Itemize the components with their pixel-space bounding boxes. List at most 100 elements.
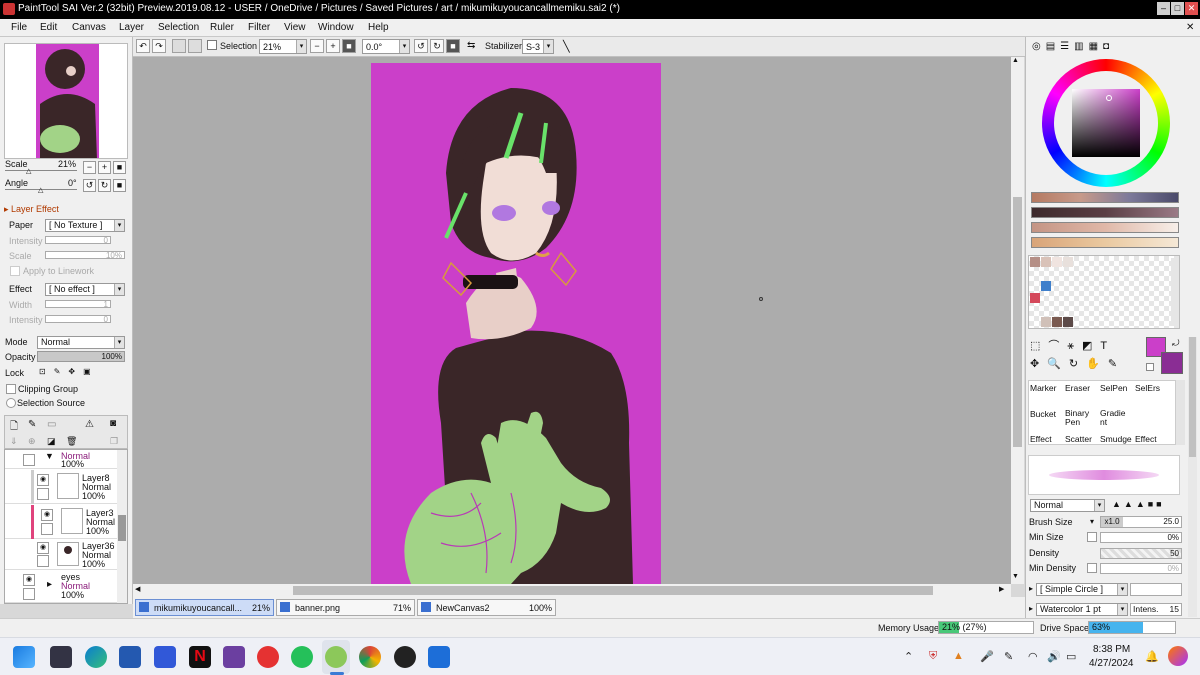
apply-linework-checkbox[interactable] xyxy=(10,266,20,276)
tool-selers[interactable]: SelErs xyxy=(1135,383,1160,393)
security-tray-icon[interactable]: ⛨ xyxy=(929,650,937,663)
menu-window[interactable]: Window xyxy=(318,22,354,33)
slider-handle-icon[interactable]: △ xyxy=(38,186,43,194)
swatch[interactable] xyxy=(1063,257,1073,267)
swatch[interactable] xyxy=(1041,317,1051,327)
camera-app-icon[interactable] xyxy=(50,646,72,668)
expand-arrow-icon[interactable]: ▸ xyxy=(1029,584,1033,593)
whatsapp-icon[interactable] xyxy=(291,646,313,668)
menu-filter[interactable]: Filter xyxy=(248,22,270,33)
expand-arrow-icon[interactable]: ▸ xyxy=(1029,604,1033,613)
min-size-slider[interactable]: 0% xyxy=(1100,532,1182,543)
flip-icon[interactable]: ⇆ xyxy=(467,40,475,51)
swatch-grid[interactable] xyxy=(1028,255,1180,329)
layer-lock-checkbox[interactable] xyxy=(23,588,35,600)
gradient-row[interactable] xyxy=(1031,222,1179,233)
menu-help[interactable]: Help xyxy=(368,22,389,33)
notification-bell-icon[interactable]: 🔔 xyxy=(1145,650,1159,663)
snipping-tool-icon[interactable] xyxy=(428,646,450,668)
microphone-icon[interactable]: 🎤 xyxy=(980,650,994,663)
tool-marker[interactable]: Marker xyxy=(1030,383,1056,393)
navigation-tools-row[interactable]: ✥🔍↻✋✎ xyxy=(1030,357,1125,370)
transparent-color-icon[interactable] xyxy=(1146,363,1154,371)
rotate-reset-button[interactable]: ■ xyxy=(446,39,460,53)
folder-arrow-icon[interactable]: ▼ xyxy=(45,451,54,461)
clipping-group-checkbox[interactable] xyxy=(6,384,16,394)
new-linework-layer-icon[interactable]: ✎ xyxy=(28,419,36,430)
canvas-horizontal-scrollbar[interactable]: ◀ ▶ xyxy=(133,584,1011,597)
edge-icon[interactable] xyxy=(85,646,107,668)
canvas-area[interactable] xyxy=(133,57,1011,584)
gradient-row[interactable] xyxy=(1031,237,1179,248)
transfer-down-icon[interactable]: ⇓ xyxy=(10,436,18,447)
maximize-button[interactable]: □ xyxy=(1171,2,1184,15)
rotation-field[interactable]: 0.0° ▾ xyxy=(362,39,410,54)
brush-edge-options[interactable]: ▲▲▲■■ xyxy=(1112,499,1165,509)
scroll-down-icon[interactable]: ▼ xyxy=(1012,573,1019,580)
layer-lock-checkbox[interactable] xyxy=(37,555,49,567)
redo-button[interactable]: ↷ xyxy=(152,39,166,53)
tool-scrollbar[interactable] xyxy=(1176,380,1185,445)
swatch[interactable] xyxy=(1052,257,1062,267)
swap-colors-icon[interactable]: ⤾ xyxy=(1172,338,1180,349)
eye-icon[interactable]: ◉ xyxy=(37,474,49,486)
doc-tab[interactable]: NewCanvas2 100% xyxy=(417,599,556,616)
min-density-slider[interactable]: 0% xyxy=(1100,563,1182,574)
layer-row[interactable]: ▼ Normal 100% xyxy=(5,450,117,469)
clipchamp-icon[interactable] xyxy=(223,646,245,668)
menu-file[interactable]: File xyxy=(11,22,27,33)
menu-edit[interactable]: Edit xyxy=(40,22,57,33)
nav-zoom-in-button[interactable]: + xyxy=(98,161,111,174)
zoom-out-button[interactable]: − xyxy=(310,39,324,53)
rotate-left-button[interactable]: ↺ xyxy=(414,39,428,53)
layer-scrollbar[interactable] xyxy=(117,450,127,603)
layer-scroll-thumb[interactable] xyxy=(118,515,126,541)
volume-icon[interactable]: 🔊 xyxy=(1047,650,1061,663)
texture-intensity-field[interactable]: Intens. 15 xyxy=(1130,603,1182,616)
straight-line-icon[interactable]: ╲ xyxy=(563,40,570,53)
delete-layer-icon[interactable]: 🗑 xyxy=(66,436,77,447)
gradient-row[interactable] xyxy=(1031,192,1179,203)
nav-rotate-right-button[interactable]: ↻ xyxy=(98,179,111,192)
chevron-down-icon[interactable]: ▾ xyxy=(1090,517,1094,526)
opacity-slider[interactable]: 100% xyxy=(37,351,125,362)
swatch[interactable] xyxy=(1052,317,1062,327)
media-player-icon[interactable] xyxy=(257,646,279,668)
scroll-left-icon[interactable]: ◀ xyxy=(135,585,140,593)
clock-time[interactable]: 8:38 PM xyxy=(1093,644,1130,655)
layer-filter-icon[interactable]: ⚠ xyxy=(85,419,94,430)
layer-lock-checkbox[interactable] xyxy=(37,488,49,500)
close-button[interactable]: ✕ xyxy=(1185,2,1198,15)
menu-close-icon[interactable]: ✕ xyxy=(1186,22,1194,33)
tool-gradient[interactable]: Gradient xyxy=(1100,409,1126,427)
menu-ruler[interactable]: Ruler xyxy=(210,22,234,33)
obs-icon[interactable] xyxy=(394,646,416,668)
swatch[interactable] xyxy=(1063,317,1073,327)
color-wheel[interactable] xyxy=(1042,59,1170,187)
minimize-button[interactable]: – xyxy=(1157,2,1170,15)
color-picker-handle[interactable] xyxy=(1106,95,1112,101)
min-size-pressure-toggle[interactable] xyxy=(1087,532,1097,542)
chrome-icon[interactable] xyxy=(359,646,381,668)
layer-row[interactable]: ◉ Layer36 Normal 100% xyxy=(5,540,117,570)
zoom-field[interactable]: 21% ▾ xyxy=(259,39,307,54)
zoom-in-button[interactable]: + xyxy=(326,39,340,53)
start-icon[interactable] xyxy=(13,646,35,668)
scroll-right-icon[interactable]: ▶ xyxy=(999,585,1004,593)
tool-effect-2[interactable]: Effect xyxy=(1135,434,1157,444)
intensity-slider[interactable]: 0 xyxy=(45,236,111,245)
zoom-reset-button[interactable]: ■ xyxy=(342,39,356,53)
selection-tools-row[interactable]: ⬚⌒⚹◩T xyxy=(1030,337,1115,353)
canvas-vertical-scrollbar[interactable]: ▲ ▼ xyxy=(1011,57,1024,584)
merge-down-icon[interactable]: ⊕ xyxy=(28,436,36,447)
brush-texture-dropdown[interactable]: Watercolor 1 pt ▾ xyxy=(1036,603,1128,616)
new-layer-icon[interactable]: 🗋 xyxy=(10,419,18,436)
gradient-row[interactable] xyxy=(1031,207,1179,218)
copilot-icon[interactable] xyxy=(1168,646,1188,666)
width-slider[interactable]: 1 xyxy=(45,300,111,309)
menu-view[interactable]: View xyxy=(284,22,306,33)
shape-strength-field[interactable] xyxy=(1130,583,1182,596)
density-slider[interactable]: 50 xyxy=(1100,548,1182,559)
swatch[interactable] xyxy=(1041,281,1051,291)
deselect-button[interactable] xyxy=(172,39,186,53)
